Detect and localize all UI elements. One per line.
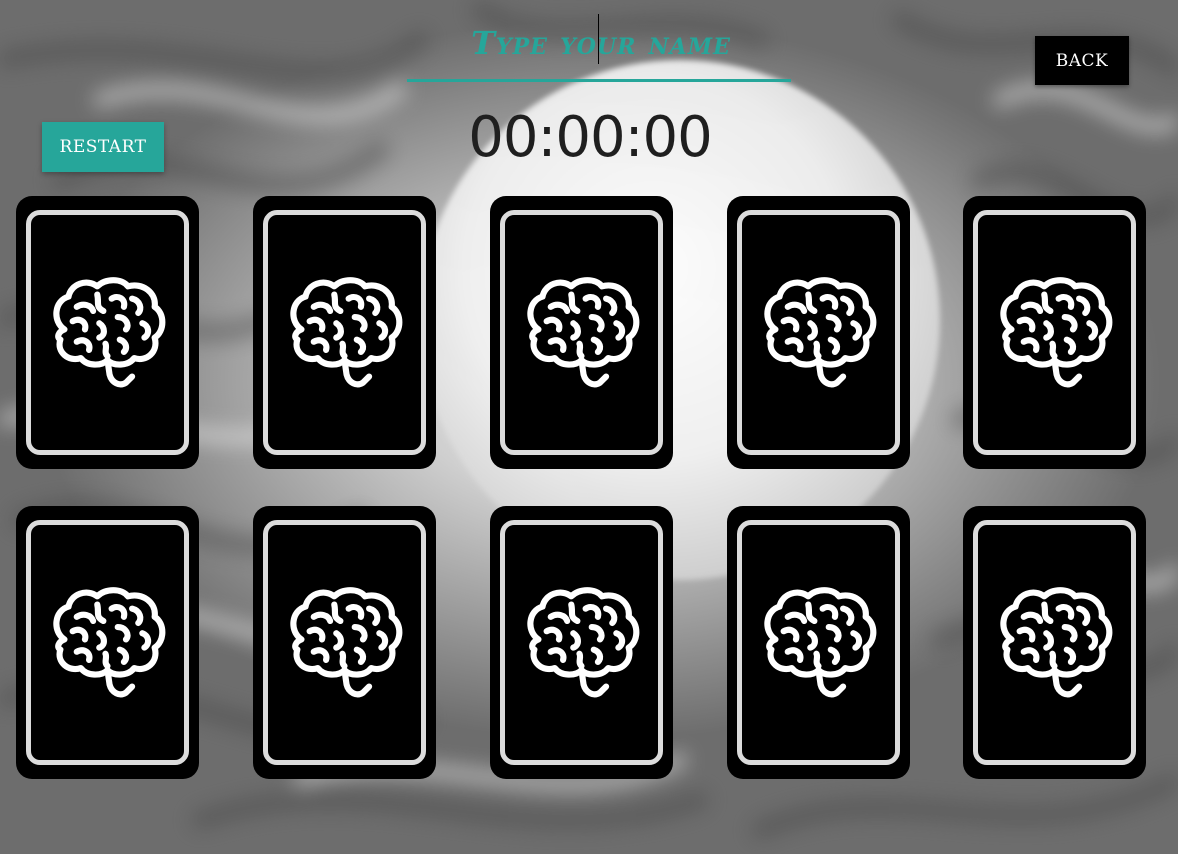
memory-card[interactable] [963,196,1146,469]
memory-card[interactable] [727,196,910,469]
brain-icon [764,277,877,388]
name-input[interactable] [407,10,795,76]
name-field[interactable] [407,10,795,82]
brain-icon [527,587,640,698]
brain-icon [290,587,403,698]
restart-button[interactable]: RESTART [42,122,164,172]
memory-card[interactable] [16,196,199,469]
brain-icon [527,277,640,388]
game-screen: BACK RESTART 00:00:00 [0,0,1178,854]
text-caret [598,14,599,64]
brain-icon [1000,277,1113,388]
memory-card[interactable] [963,506,1146,779]
back-button[interactable]: BACK [1035,36,1129,85]
memory-card[interactable] [253,506,436,779]
brain-icon [53,277,166,388]
memory-card[interactable] [727,506,910,779]
memory-card[interactable] [16,506,199,779]
memory-card[interactable] [490,506,673,779]
memory-card[interactable] [490,196,673,469]
brain-icon [764,587,877,698]
brain-icon [290,277,403,388]
brain-icon [1000,587,1113,698]
timer: 00:00:00 [468,105,713,170]
brain-icon [53,587,166,698]
memory-card[interactable] [253,196,436,469]
